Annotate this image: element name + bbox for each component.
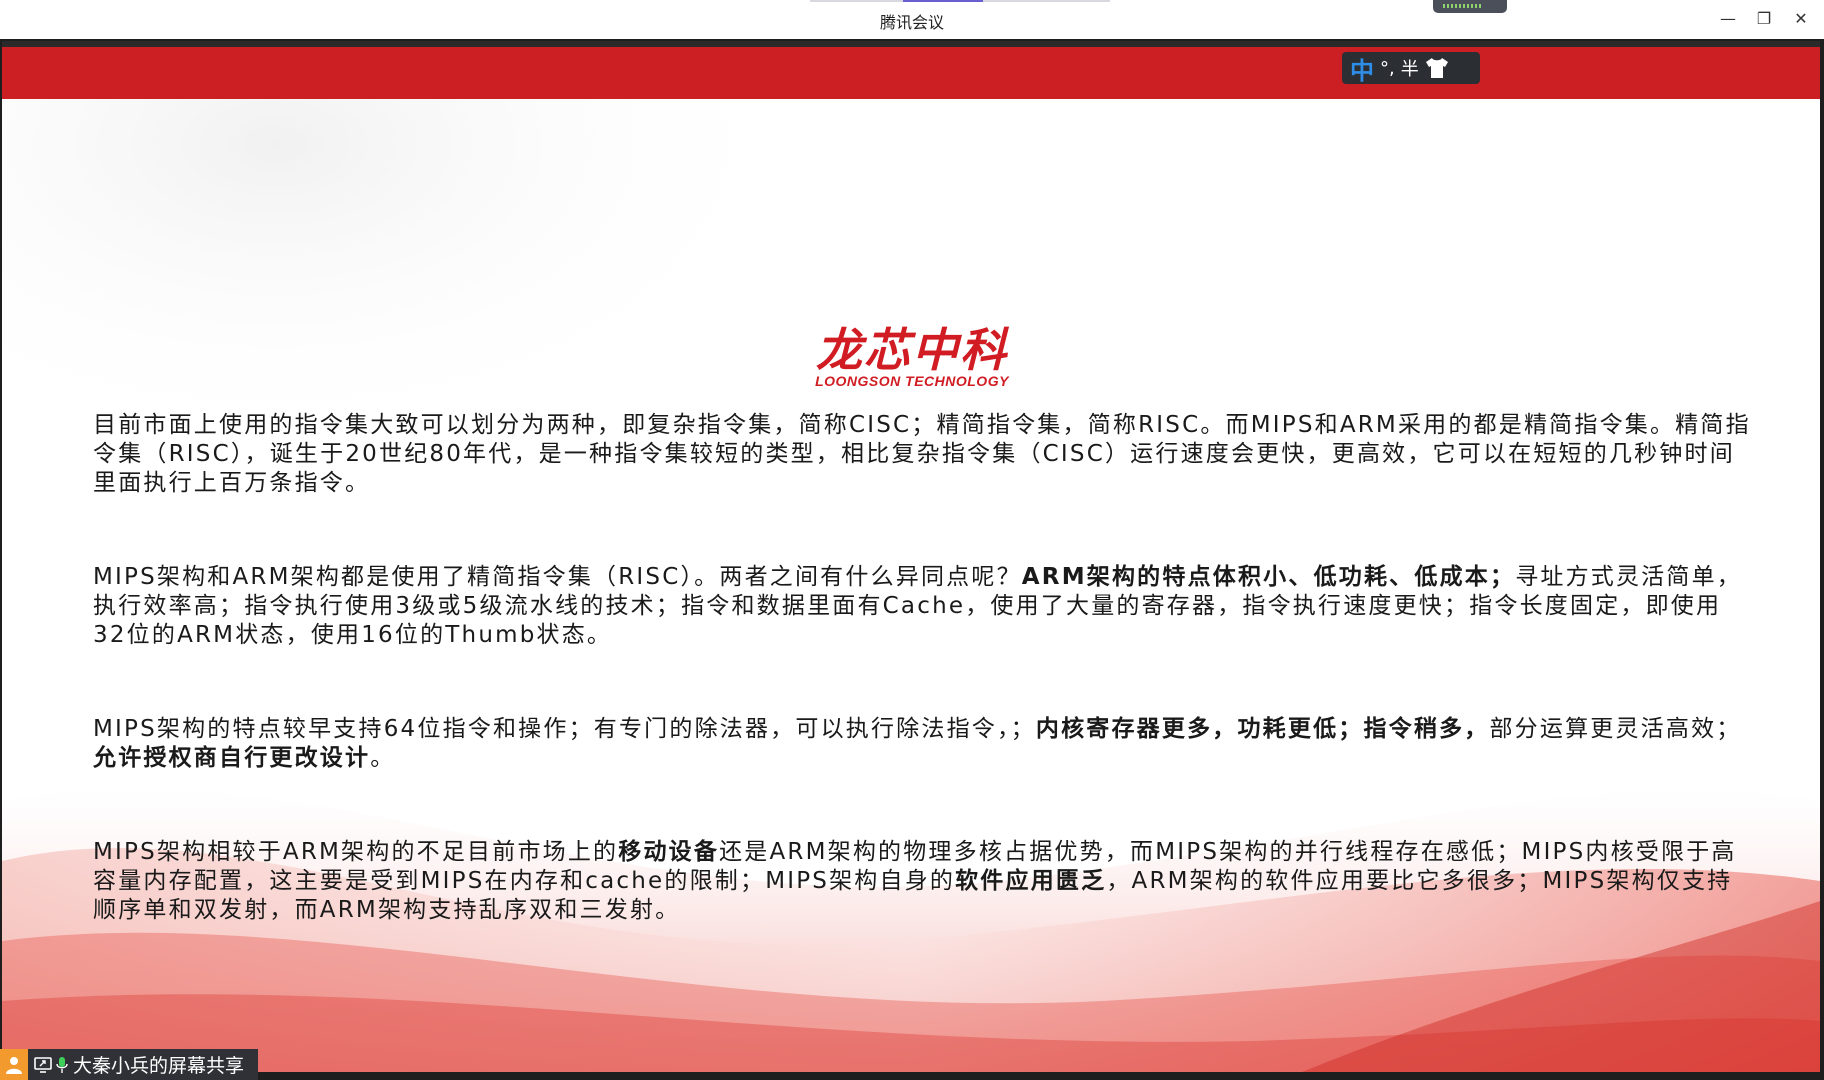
p3-text-c: 部分运算更灵活高效；: [1489, 716, 1742, 742]
minimize-button[interactable]: —: [1710, 6, 1746, 32]
bottom-strip: [258, 1074, 1824, 1080]
logo-english: LOONGSON TECHNOLOGY: [815, 373, 1009, 389]
logo-chinese: 龙芯中科: [816, 323, 1008, 377]
audio-level-indicator[interactable]: [1433, 0, 1507, 13]
paragraph-mips-arm-comparison: MIPS架构和ARM架构都是使用了精简指令集（RISC）。两者之间有什么异同点呢…: [93, 563, 1753, 650]
person-icon: [0, 1049, 28, 1080]
p4-text-a: MIPS架构相较于ARM架构的不足目前市场上的: [93, 839, 619, 865]
presentation-slide: 中 °, 半 龙芯中科 LOONGSON TECHNOLOGY 目前市面上使用的…: [2, 41, 1820, 1072]
paragraph-mips-features: MIPS架构的特点较早支持64位指令和操作；有专门的除法器，可以执行除法指令，；…: [93, 715, 1753, 773]
ime-mode-toggle[interactable]: 中: [1350, 51, 1374, 86]
ime-toolbar[interactable]: 中 °, 半: [1342, 51, 1480, 86]
p3-text-a: MIPS架构的特点较早支持64位指令和操作；有专门的除法器，可以执行除法指令，；: [93, 716, 1036, 742]
p2-text-a: MIPS架构和ARM架构都是使用了精简指令集（RISC）。两者之间有什么异同点呢…: [93, 564, 1022, 590]
title-accent-bar: [810, 0, 1110, 2]
ime-width-toggle[interactable]: 半: [1401, 55, 1419, 81]
p3-text-e: 。: [370, 745, 396, 771]
slide-header-bar: 中 °, 半: [2, 41, 1820, 99]
screen-share-icon: [34, 1056, 52, 1073]
p4-bold-b: 软件应用匮乏: [955, 868, 1107, 894]
p3-bold-a: 内核寄存器更多，功耗更低；指令稍多，: [1035, 716, 1490, 742]
microphone-icon: [56, 1056, 68, 1073]
p3-bold-b: 允许授权商自行更改设计: [93, 745, 371, 771]
meeting-window: 腾讯会议 — ❐ ✕ 中 °, 半 龙芯中科 LOONGSON TECHNOLO…: [0, 0, 1824, 1080]
loongson-logo: 龙芯中科 LOONGSON TECHNOLOGY: [802, 325, 1022, 391]
window-title: 腾讯会议: [879, 13, 944, 32]
shared-screen: 中 °, 半 龙芯中科 LOONGSON TECHNOLOGY 目前市面上使用的…: [0, 39, 1824, 1074]
p2-bold-arm-features: ARM架构的特点体积小、低功耗、低成本；: [1021, 564, 1516, 590]
paragraph-instruction-sets: 目前市面上使用的指令集大致可以划分为两种，即复杂指令集，简称CISC；精简指令集…: [93, 412, 1751, 496]
title-bar: 腾讯会议 — ❐ ✕: [0, 0, 1824, 40]
share-label: 大秦小兵的屏幕共享: [73, 1055, 245, 1077]
ime-punct-toggle[interactable]: °,: [1380, 58, 1395, 79]
ime-skin-icon[interactable]: [1425, 57, 1449, 79]
screen-share-badge[interactable]: 大秦小兵的屏幕共享: [0, 1049, 258, 1080]
p4-bold-a: 移动设备: [618, 839, 720, 865]
paragraph-mips-shortcomings: MIPS架构相较于ARM架构的不足目前市场上的移动设备还是ARM架构的物理多核占…: [93, 838, 1753, 925]
restore-button[interactable]: ❐: [1746, 6, 1782, 32]
close-button[interactable]: ✕: [1783, 6, 1819, 32]
